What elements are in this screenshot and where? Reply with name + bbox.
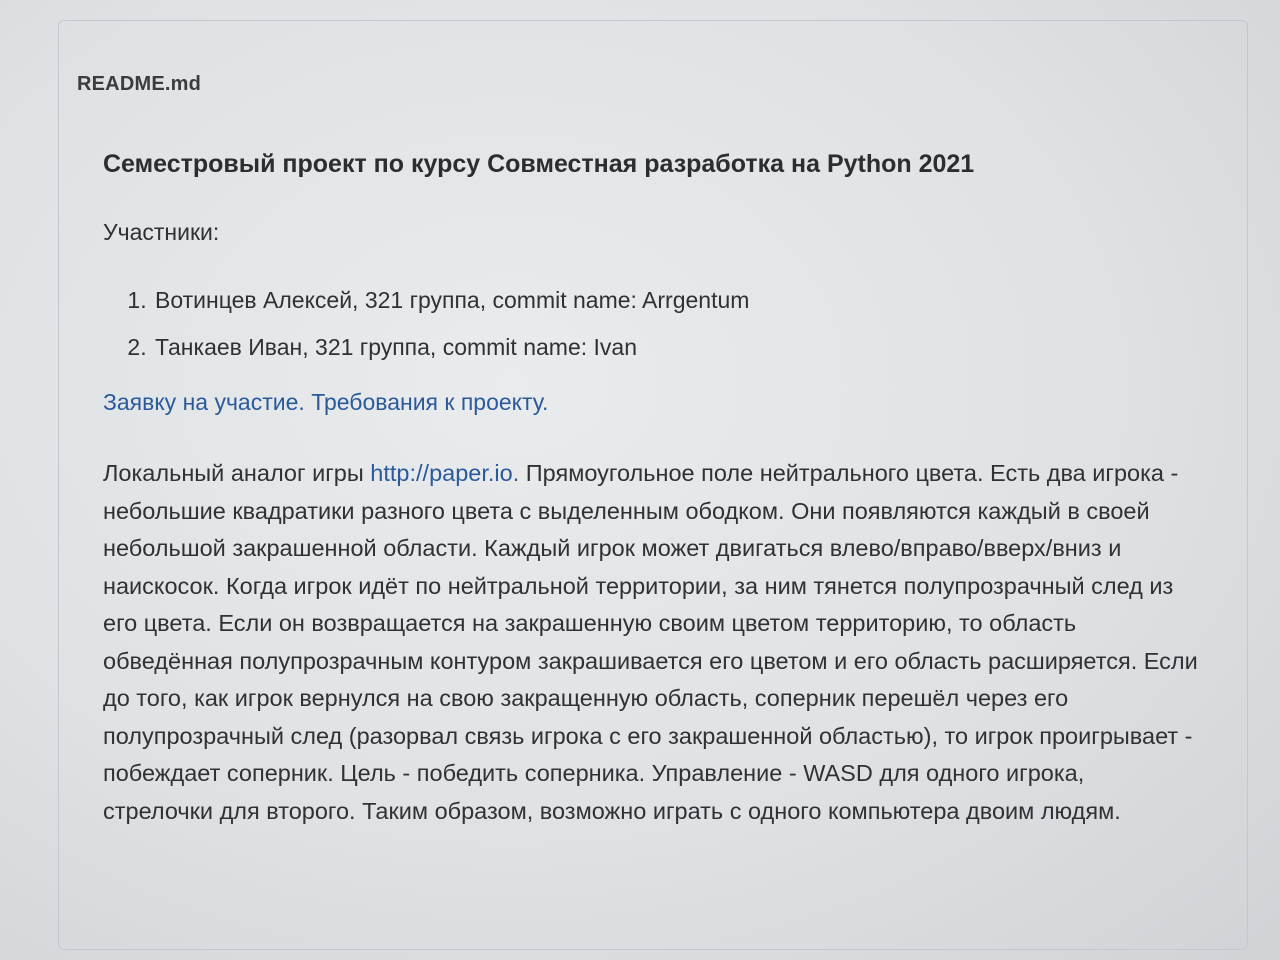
member-text: Танкаев Иван, 321 группа, commit name: I… (155, 334, 637, 360)
members-list: Вотинцев Алексей, 321 группа, commit nam… (103, 277, 1213, 371)
application-link[interactable]: Заявку на участие. (103, 389, 305, 415)
readme-body: Семестровый проект по курсу Совместная р… (103, 147, 1213, 830)
readme-container: README.md Семестровый проект по курсу Со… (58, 20, 1248, 950)
paper-io-link[interactable]: http://paper.io. (370, 460, 519, 486)
description-text: Прямоугольное поле нейтрального цвета. Е… (103, 460, 1198, 824)
members-label: Участники: (103, 219, 220, 245)
requirements-link[interactable]: Требования к проекту. (311, 389, 548, 415)
links-paragraph: Заявку на участие. Требования к проекту. (103, 387, 1213, 417)
readme-file-name[interactable]: README.md (77, 73, 201, 96)
readme-header: README.md (59, 21, 1247, 131)
project-description: Локальный аналог игры http://paper.io. П… (103, 455, 1198, 830)
member-item: Танкаев Иван, 321 группа, commit name: I… (153, 324, 1213, 371)
member-item: Вотинцев Алексей, 321 группа, commit nam… (153, 277, 1213, 324)
member-text: Вотинцев Алексей, 321 группа, commit nam… (155, 287, 750, 313)
description-prefix: Локальный аналог игры (103, 460, 371, 486)
project-title: Семестровый проект по курсу Совместная р… (103, 150, 975, 178)
screen: README.md Семестровый проект по курсу Со… (0, 0, 1280, 960)
